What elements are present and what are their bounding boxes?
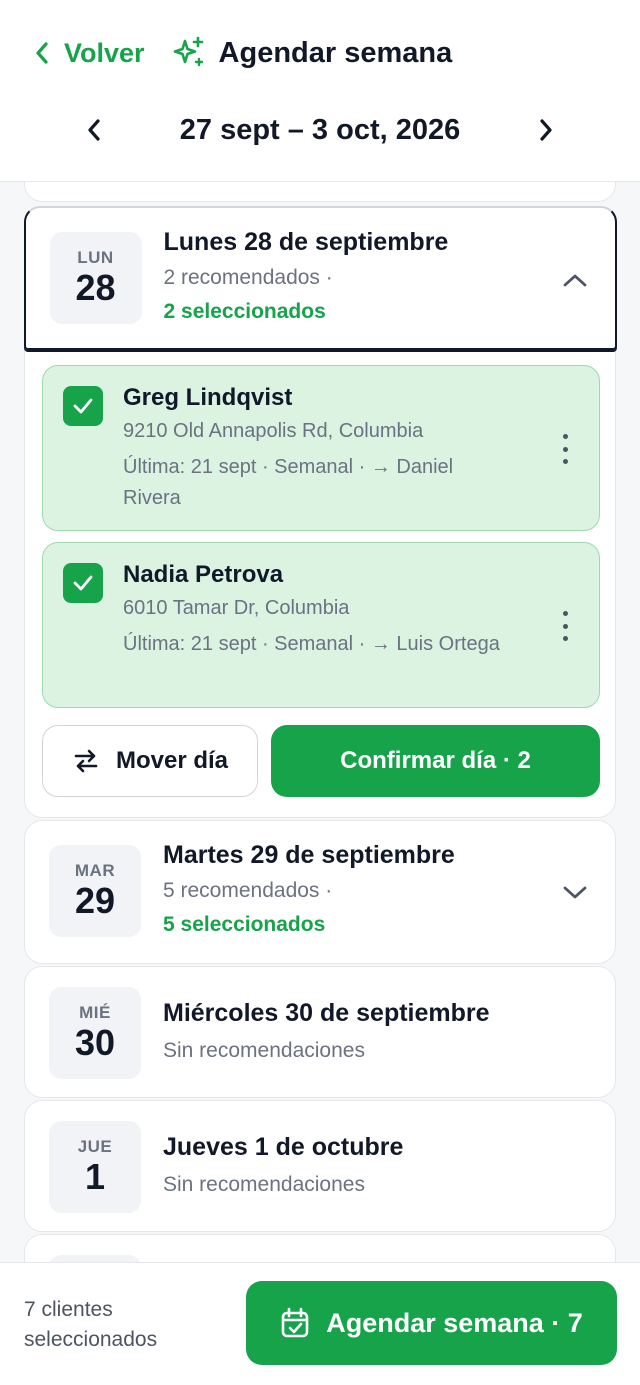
collapse-button[interactable]	[561, 266, 589, 294]
day-number: 28	[75, 266, 116, 308]
more-options-icon[interactable]	[555, 611, 575, 641]
move-day-label: Mover día	[115, 747, 229, 774]
more-options-icon[interactable]	[555, 434, 575, 464]
day-of-week: MIÉ	[79, 1003, 111, 1022]
page-title: Agendar semana	[218, 36, 453, 69]
client-address: 6010 Tamar Dr, Columbia	[123, 597, 350, 619]
day-card-previous	[24, 182, 616, 202]
day-title: Martes 29 de septiembre	[163, 841, 455, 869]
day-title: Miércoles 30 de septiembre	[163, 999, 490, 1027]
recommended-count: 5 recomendados ·	[163, 879, 333, 902]
recommended-count: Sin recomendaciones	[163, 1039, 365, 1062]
day-title: Lunes 28 de septiembre	[163, 227, 449, 256]
sparkle-icon	[171, 35, 207, 71]
client-card[interactable]: Nadia Petrova 6010 Tamar Dr, Columbia Úl…	[42, 542, 600, 708]
date-badge: MAR 29	[49, 845, 141, 937]
day-of-week: LUN	[77, 247, 114, 267]
confirm-day-button[interactable]: Confirmar día · 2	[271, 725, 600, 797]
week-navigator: 27 sept – 3 oct, 2026	[0, 104, 640, 156]
client-card[interactable]: Greg Lindqvist 9210 Old Annapolis Rd, Co…	[42, 365, 600, 531]
date-badge: LUN 28	[49, 231, 142, 324]
day-card-thursday[interactable]: JUE 1 Jueves 1 de octubre Sin recomendac…	[24, 1100, 616, 1232]
day-card-monday: LUN 28 Lunes 28 de septiembre 2 recomend…	[23, 205, 617, 818]
move-day-button[interactable]: Mover día	[42, 725, 258, 797]
client-checkbox[interactable]	[63, 386, 103, 426]
schedule-week-label: Agendar semana · 7	[326, 1307, 583, 1338]
calendar-check-icon	[281, 1307, 309, 1338]
week-range-label: 27 sept – 3 oct, 2026	[179, 113, 461, 146]
chevron-up-icon	[563, 274, 586, 286]
selected-count: 2 seleccionados	[163, 299, 326, 323]
bottom-action-bar: 7 clientes seleccionados Agendar semana …	[0, 1262, 640, 1385]
chevron-right-icon	[540, 119, 552, 141]
client-meta: Última: 21 sept · Semanal · → Luis Orteg…	[123, 633, 500, 655]
date-badge: JUE 1	[49, 1121, 141, 1213]
chevron-left-icon	[88, 119, 100, 141]
check-icon	[73, 575, 93, 591]
recommended-count: 2 recomendados ·	[163, 265, 333, 289]
check-icon	[73, 398, 93, 414]
client-checkbox[interactable]	[63, 563, 103, 603]
day-number: 1	[84, 1156, 106, 1197]
next-week-button[interactable]	[530, 114, 562, 146]
previous-week-button[interactable]	[78, 114, 110, 146]
recommended-count: Sin recomendaciones	[163, 1173, 365, 1196]
date-badge	[49, 1255, 141, 1262]
day-of-week: MAR	[74, 861, 116, 880]
confirm-day-label: Confirmar día · 2	[340, 747, 531, 774]
selected-count: 5 seleccionados	[163, 913, 326, 936]
back-label: Volver	[64, 37, 145, 68]
client-name: Nadia Petrova	[123, 561, 284, 588]
day-title: Jueves 1 de octubre	[163, 1133, 404, 1161]
day-card-wednesday[interactable]: MIÉ 30 Miércoles 30 de septiembre Sin re…	[24, 966, 616, 1098]
date-badge: MIÉ 30	[49, 987, 141, 1079]
day-list[interactable]: LUN 28 Lunes 28 de septiembre 2 recomend…	[0, 182, 640, 1262]
schedule-week-button[interactable]: Agendar semana · 7	[246, 1281, 617, 1365]
day-number: 29	[74, 880, 116, 921]
selected-clients-count: 7 clientes seleccionados	[24, 1298, 158, 1351]
day-number: 30	[74, 1022, 116, 1063]
client-address: 9210 Old Annapolis Rd, Columbia	[123, 420, 424, 442]
chevron-down-icon	[563, 886, 587, 899]
expand-button[interactable]	[561, 879, 589, 907]
app-header: Volver Agendar semana 27 sept – 3 oct, 2…	[0, 0, 640, 182]
chevron-left-icon	[36, 42, 48, 64]
title-group: Agendar semana	[171, 35, 453, 71]
client-name: Greg Lindqvist	[123, 384, 293, 411]
top-bar: Volver Agendar semana	[0, 30, 640, 76]
back-button[interactable]: Volver	[34, 38, 145, 69]
swap-arrows-icon	[74, 749, 98, 773]
client-meta: Última: 21 sept · Semanal · → Daniel Riv…	[123, 456, 454, 509]
day-header-monday[interactable]: LUN 28 Lunes 28 de septiembre 2 recomend…	[23, 205, 617, 350]
day-card-next	[24, 1234, 616, 1262]
day-card-tuesday[interactable]: MAR 29 Martes 29 de septiembre 5 recomen…	[24, 820, 616, 964]
day-of-week: JUE	[77, 1137, 113, 1156]
